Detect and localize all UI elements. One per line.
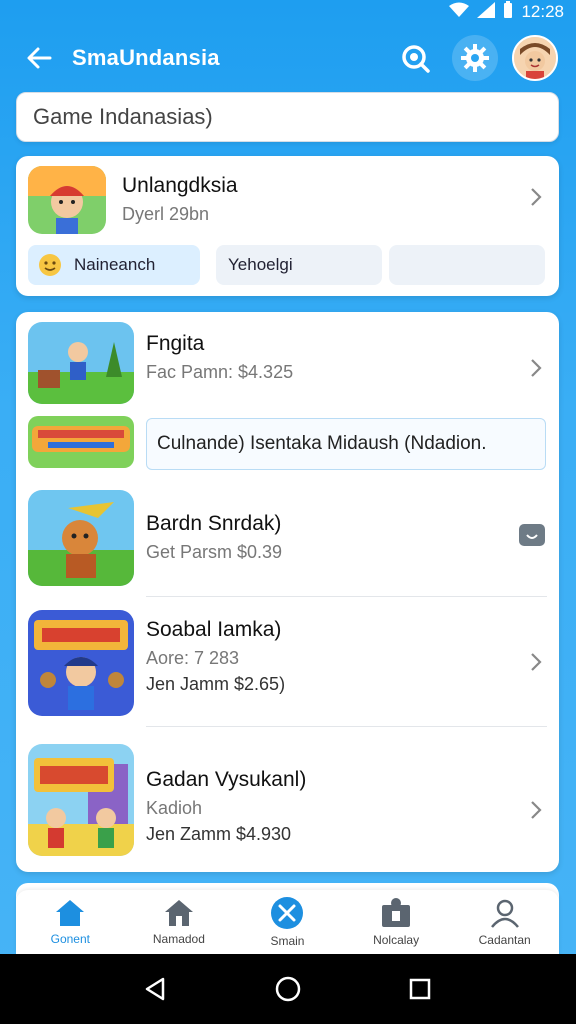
game-price: Fac Pamn: $4.325 [146, 362, 294, 382]
list-item[interactable]: Fngita Fac Pamn: $4.325 [16, 312, 559, 408]
bottom-nav: Gonent Namadod Smain Nolcalay Cadantan [16, 890, 559, 954]
avatar-icon [514, 37, 556, 79]
divider [146, 726, 547, 727]
nav-label: Nolcalay [373, 933, 420, 947]
game-thumbnail [28, 322, 134, 404]
game-price: Jen Jamm $2.65) [146, 674, 286, 694]
house-icon [164, 900, 193, 926]
system-home-button[interactable] [263, 964, 313, 1014]
chevron-right-icon[interactable] [526, 358, 546, 378]
game-price: Jen Zamm $4.930 [146, 824, 292, 844]
game-title: Bardn Snrdak) [146, 512, 282, 535]
divider [146, 596, 547, 597]
circle-home-icon [275, 976, 301, 1002]
nav-label: Gonent [50, 932, 90, 946]
avatar[interactable] [512, 35, 558, 81]
home-icon [56, 900, 85, 926]
chevron-right-icon[interactable] [526, 652, 546, 672]
nav-item-nolcalay[interactable]: Nolcalay [342, 890, 451, 954]
chip-empty[interactable] [389, 245, 545, 285]
close-circle-icon [271, 897, 304, 929]
nav-item-gonent[interactable]: Gonent [16, 890, 125, 954]
game-list: Fngita Fac Pamn: $4.325 Culnande) Isenta… [16, 312, 559, 872]
status-time: 12:28 [521, 2, 564, 21]
banner-thumbnail [28, 416, 134, 468]
nav-label: Cadantan [478, 933, 531, 947]
system-recents-button[interactable] [395, 964, 445, 1014]
wifi-icon [449, 2, 470, 23]
system-nav-bar [0, 954, 576, 1024]
chip-label: Yehoelgi [228, 255, 293, 274]
game-thumbnail [28, 610, 134, 716]
game-thumbnail [28, 490, 134, 586]
chevron-right-icon[interactable] [526, 800, 546, 820]
emoji-face-icon [39, 254, 61, 276]
chevron-right-icon[interactable] [526, 187, 546, 207]
app-title: SmaUndansia [72, 45, 220, 70]
download-badge-button[interactable] [519, 524, 545, 546]
game-rating: Aore: 7 283 [146, 648, 240, 668]
person-board-icon [382, 898, 411, 927]
search-input[interactable] [33, 104, 542, 130]
battery-icon [503, 0, 513, 24]
featured-title: Unlangdksia [122, 174, 238, 197]
game-title: Fngita [146, 332, 205, 355]
system-back-button[interactable] [131, 964, 181, 1014]
game-title: Soabal Iamka) [146, 618, 282, 641]
list-item[interactable]: Bardn Snrdak) Get Parsm $0.39 [16, 482, 559, 592]
check-icon [526, 534, 538, 539]
list-item[interactable]: Gadan Vysukanl) Kadioh Jen Zamm $4.930 [16, 736, 559, 866]
square-recents-icon [409, 978, 431, 1000]
user-icon [490, 899, 519, 928]
nav-item-cadantan[interactable]: Cadantan [450, 890, 559, 954]
featured-thumbnail [28, 166, 106, 234]
search-field[interactable] [16, 92, 559, 142]
list-item[interactable]: Soabal Iamka) Aore: 7 283 Jen Jamm $2.65… [16, 602, 559, 722]
signal-icon [477, 1, 496, 23]
chip-yehoelgi[interactable]: Yehoelgi [216, 245, 382, 285]
triangle-back-icon [145, 977, 165, 1001]
back-button[interactable] [18, 37, 60, 79]
game-price: Get Parsm $0.39 [146, 542, 283, 562]
gear-icon [461, 44, 489, 72]
search-button[interactable] [392, 35, 438, 81]
chip-label: Naineanch [74, 255, 156, 274]
settings-button[interactable] [452, 35, 498, 81]
game-title: Gadan Vysukanl) [146, 768, 307, 791]
featured-card[interactable]: Unlangdksia Dyerl 29bn Naineanch Yehoelg… [16, 156, 559, 296]
app-bar: SmaUndansia [0, 30, 576, 86]
info-banner[interactable]: Culnande) Isentaka Midaush (Ndadion. [146, 418, 546, 470]
featured-subtitle: Dyerl 29bn [122, 204, 210, 224]
status-bar: 12:28 [0, 0, 576, 24]
search-icon [402, 45, 430, 73]
game-category: Kadioh [146, 798, 203, 818]
nav-item-smain[interactable]: Smain [233, 890, 342, 954]
banner-text: Culnande) Isentaka Midaush (Ndadion. [157, 433, 487, 454]
chip-naineanch[interactable]: Naineanch [28, 245, 200, 285]
nav-item-namadod[interactable]: Namadod [125, 890, 234, 954]
nav-label: Smain [270, 934, 305, 948]
nav-label: Namadod [152, 932, 205, 946]
arrow-left-icon [27, 47, 52, 69]
game-thumbnail [28, 744, 134, 856]
